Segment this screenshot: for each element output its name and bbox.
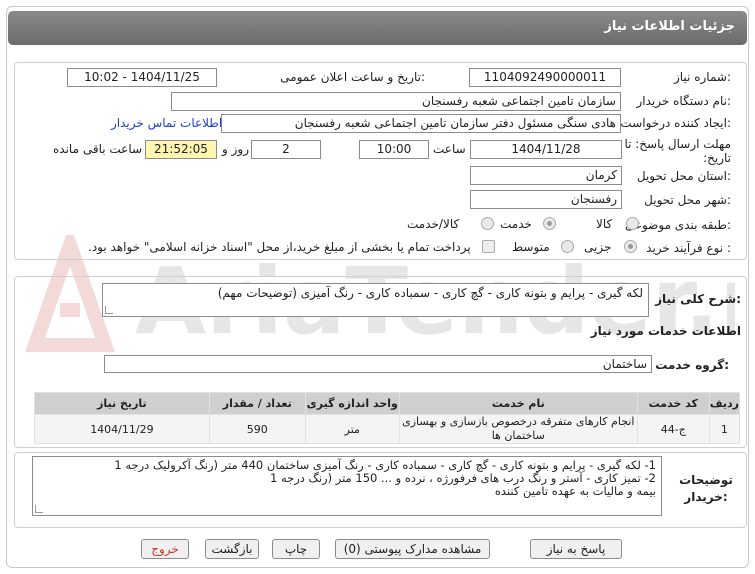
services-section-title: اطلاعات خدمات مورد نیاز	[590, 324, 741, 338]
payment-note: پرداخت تمام یا بخشی از مبلغ خرید،از محل …	[88, 240, 471, 254]
remaining-label: ساعت باقی مانده	[53, 142, 143, 156]
col-code-header: کد خدمت	[636, 392, 710, 415]
services-table: ردیف کد خدمت نام خدمت واحد اندازه گیری ت…	[34, 392, 741, 444]
remaining-time-field: 21:52:05	[145, 140, 217, 159]
exit-button[interactable]: خروج	[141, 539, 189, 559]
cell-unit: متر	[304, 414, 400, 444]
summary-text: لکه گیری - پرایم و بتونه کاری - گچ کاری …	[217, 286, 643, 300]
summary-textarea[interactable]: لکه گیری - پرایم و بتونه کاری - گچ کاری …	[102, 283, 649, 317]
process-radio-minor[interactable]	[624, 240, 637, 253]
service-group-field: ساختمان	[104, 355, 652, 373]
city-field: رفسنجان	[470, 190, 622, 209]
days-label: روز و	[222, 142, 249, 156]
category-option-goods-service: کالا/خدمت	[407, 217, 460, 231]
process-option-medium: متوسط	[512, 240, 550, 254]
days-field: 2	[251, 140, 321, 159]
province-field: کرمان	[470, 166, 622, 185]
page-title: جزئیات اطلاعات نیاز	[604, 19, 735, 34]
cell-name: انجام کارهای متفرقه درخصوص بازسازی و بهس…	[398, 414, 638, 444]
col-name-header: نام خدمت	[398, 392, 638, 415]
table-row: 1 ج-44 انجام کارهای متفرقه درخصوص بازساز…	[34, 414, 741, 444]
province-label: استان محل تحویل:	[636, 169, 731, 183]
category-radio-service[interactable]	[543, 217, 556, 230]
time-label: ساعت	[433, 142, 466, 156]
cell-row: 1	[708, 414, 741, 444]
city-label: شهر محل تحویل:	[644, 193, 731, 207]
cell-qty: 590	[208, 414, 306, 444]
category-option-service: خدمت	[500, 217, 532, 231]
col-qty-header: تعداد / مقدار	[208, 392, 306, 415]
description-label: توضیحات خریدار:	[679, 473, 733, 504]
category-option-goods: کالا	[596, 217, 613, 231]
description-textarea[interactable]: 1- لکه گیری - پرایم و بتونه کاری - گچ کا…	[32, 456, 662, 516]
col-unit-header: واحد اندازه گیری	[304, 392, 400, 415]
treasury-payment-checkbox[interactable]	[482, 240, 495, 253]
process-label: نوع فرآیند خرید :	[646, 241, 731, 255]
resize-grip-icon[interactable]	[35, 505, 43, 513]
deadline-date-field: 1404/11/28	[470, 140, 622, 159]
buyer-field: سازمان تامین اجتماعی شعبه رفسنجان	[171, 92, 621, 111]
category-radio-goods[interactable]	[626, 217, 639, 230]
need-number-label: شماره نیاز:	[673, 70, 731, 84]
announce-label: تاریخ و ساعت اعلان عمومی:	[280, 70, 425, 84]
announce-field: 1404/11/25 - 10:02	[67, 68, 217, 87]
process-option-minor: جزیی	[584, 240, 612, 254]
category-label: طبقه بندی موضوعی:	[624, 218, 731, 232]
creator-label: ایجاد کننده درخواست:	[620, 116, 731, 130]
need-number-field: 1104092490000011	[469, 68, 621, 87]
col-date-header: تاریخ نیاز	[34, 392, 210, 415]
attachments-button[interactable]: مشاهده مدارک پیوستی (0)	[335, 539, 490, 559]
table-header-row: ردیف کد خدمت نام خدمت واحد اندازه گیری ت…	[34, 392, 741, 415]
description-line-3: بیمه و مالیات به عهده تامین کننده	[494, 484, 656, 498]
buyer-contact-link[interactable]: اطلاعات تماس خریدار	[111, 116, 222, 130]
col-row-header: ردیف	[708, 392, 741, 415]
cell-code: ج-44	[636, 414, 710, 444]
deadline-time-field: 10:00	[359, 140, 429, 159]
deadline-label: مهلت ارسال پاسخ: تا تاریخ:	[624, 137, 731, 165]
creator-field: هادی سنگی مسئول دفتر سازمان تامین اجتماع…	[221, 114, 621, 133]
category-radio-goods-service[interactable]	[481, 217, 494, 230]
cell-date: 1404/11/29	[34, 414, 210, 444]
buyer-label: نام دستگاه خریدار:	[636, 94, 732, 108]
summary-label: شرح کلی نیاز:	[655, 292, 741, 306]
print-button[interactable]: چاپ	[272, 539, 320, 559]
reply-button[interactable]: پاسخ به نیاز	[530, 539, 622, 559]
title-bar: جزئیات اطلاعات نیاز	[8, 11, 747, 45]
resize-grip-icon[interactable]	[105, 306, 113, 314]
back-button[interactable]: بازگشت	[205, 539, 259, 559]
service-group-label: گروه خدمت:	[655, 358, 729, 372]
process-radio-medium[interactable]	[561, 240, 574, 253]
